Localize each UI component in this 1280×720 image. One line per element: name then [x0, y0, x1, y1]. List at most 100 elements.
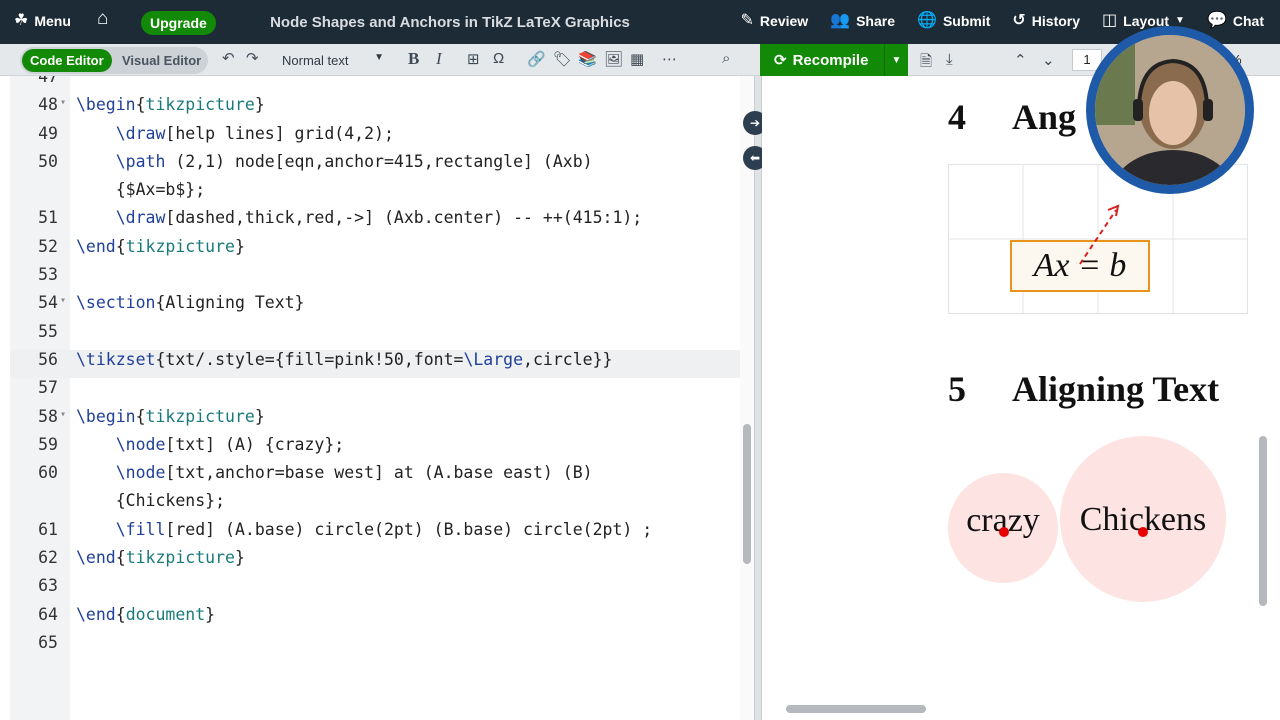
fold-toggle-icon[interactable]: ▾: [60, 295, 66, 306]
code-line[interactable]: 50 \path (2,1) node[eqn,anchor=415,recta…: [10, 152, 742, 180]
history-button[interactable]: ↺ History: [1012, 12, 1080, 30]
line-number: 56: [38, 349, 58, 369]
link-icon[interactable]: 🔗: [527, 50, 546, 68]
search-icon[interactable]: ⌕: [722, 50, 730, 67]
line-number: 51: [38, 208, 58, 228]
tag-icon[interactable]: 🏷: [553, 50, 572, 68]
line-number: 63: [38, 576, 58, 596]
chat-label: Chat: [1232, 13, 1264, 29]
code-line[interactable]: 51 \draw[dashed,thick,red,->] (Axb.cente…: [10, 208, 742, 236]
symbol-button[interactable]: Ω: [493, 50, 504, 67]
history-icon: ↺: [1012, 12, 1026, 29]
line-text: {$Ax=b$};: [76, 180, 206, 200]
visual-editor-tab[interactable]: Visual Editor: [116, 49, 207, 72]
line-text: \draw[dashed,thick,red,->] (Axb.center) …: [115, 208, 643, 228]
users-icon: 👥: [830, 12, 851, 29]
line-number: 47: [38, 76, 58, 86]
line-number: 64: [38, 604, 58, 624]
crazy-base-dot: [999, 527, 1009, 537]
code-line[interactable]: 57: [10, 378, 742, 406]
line-number: 48: [38, 95, 58, 115]
code-line[interactable]: 64 \end{document}: [10, 605, 742, 633]
code-line[interactable]: 53: [10, 265, 742, 293]
fold-toggle-icon[interactable]: ▾: [60, 97, 66, 108]
section-5-number: 5: [948, 369, 966, 409]
pane-divider[interactable]: [754, 76, 762, 720]
italic-button[interactable]: I: [436, 49, 442, 69]
code-editor[interactable]: 47 48 ▾ \begin{tikzpicture} 49 \draw[help li…: [0, 76, 754, 720]
menu-button[interactable]: ☘ Menu: [14, 13, 71, 30]
code-line[interactable]: 59 \node[txt] (A) {crazy};: [10, 435, 742, 463]
line-number: 49: [38, 123, 58, 143]
project-title[interactable]: Node Shapes and Anchors in TikZ LaTeX Gr…: [240, 14, 660, 31]
code-line[interactable]: 55: [10, 322, 742, 350]
code-line[interactable]: 60 \node[txt,anchor=base west] at (A.bas…: [10, 463, 742, 491]
book-icon[interactable]: 📚: [578, 50, 597, 68]
chevron-down-icon[interactable]: ⌄: [1042, 51, 1055, 69]
chevron-down-icon: ▼: [374, 52, 384, 63]
code-editor-tab[interactable]: Code Editor: [22, 49, 112, 72]
top-bar: ☘ Menu ⌂ Upgrade Node Shapes and Anchors…: [0, 0, 1280, 44]
line-number: 50: [38, 151, 58, 171]
code-line[interactable]: 58 ▾ \begin{tikzpicture}: [10, 407, 742, 435]
line-text: \end{tikzpicture}: [76, 236, 245, 256]
section-5-title: Aligning Text: [1012, 369, 1220, 409]
redo-icon[interactable]: ↷: [246, 51, 259, 67]
recompile-options-chevron-icon[interactable]: ▼: [884, 44, 908, 76]
line-number: 60: [38, 463, 58, 483]
pdf-horizontal-scroll-thumb[interactable]: [786, 705, 926, 713]
line-number: 53: [38, 265, 58, 285]
table-icon[interactable]: ▦: [630, 50, 644, 68]
code-line[interactable]: 48 ▾ \begin{tikzpicture}: [10, 95, 742, 123]
line-text: \section{Aligning Text}: [76, 293, 305, 313]
bold-button[interactable]: B: [408, 49, 419, 69]
chevron-up-icon[interactable]: ⌃: [1014, 51, 1027, 69]
code-line[interactable]: 49 \draw[help lines] grid(4,2);: [10, 124, 742, 152]
line-number: 52: [38, 236, 58, 256]
text-style-select[interactable]: Normal text ▼: [272, 50, 390, 70]
more-icon[interactable]: ⋯: [662, 50, 677, 68]
layout-icon: ◫: [1102, 12, 1118, 29]
editor-mode-toggle: Code Editor Visual Editor: [20, 47, 208, 74]
editor-scroll-thumb[interactable]: [743, 424, 751, 564]
chat-icon: 💬: [1206, 12, 1227, 29]
share-button[interactable]: 👥 Share: [830, 12, 896, 30]
line-number: 65: [38, 632, 58, 652]
code-line[interactable]: 56 \tikzset{txt/.style={fill=pink!50,font…: [10, 349, 742, 379]
download-icon[interactable]: ⤓: [946, 51, 953, 68]
fold-toggle-icon[interactable]: ▾: [60, 409, 66, 420]
line-number: 55: [38, 321, 58, 341]
home-button[interactable]: ⌂: [97, 9, 108, 28]
editor-scrollbar[interactable]: [740, 76, 754, 720]
document-icon[interactable]: 🗎: [920, 51, 932, 76]
code-line[interactable]: 52 \end{tikzpicture}: [10, 237, 742, 265]
line-text: \fill[red] (A.base) circle(2pt) (B.base)…: [115, 519, 653, 539]
line-number: 57: [38, 378, 58, 398]
line-text: \end{tikzpicture}: [76, 548, 245, 568]
line-text: \draw[help lines] grid(4,2);: [115, 123, 394, 143]
globe-icon: 🌐: [917, 12, 937, 29]
share-label: Share: [856, 13, 896, 29]
code-line[interactable]: 47: [10, 76, 742, 95]
code-line[interactable]: {$Ax=b$};: [10, 180, 742, 208]
code-line[interactable]: {Chickens};: [10, 491, 742, 519]
code-line[interactable]: 62 \end{tikzpicture}: [10, 548, 742, 576]
pdf-vertical-scroll-thumb[interactable]: [1259, 436, 1267, 606]
code-line[interactable]: 61 \fill[red] (A.base) circle(2pt) (B.ba…: [10, 520, 742, 548]
pdf-vertical-scrollbar[interactable]: [1256, 76, 1270, 696]
code-lines: 47 48 ▾ \begin{tikzpicture} 49 \draw[help li…: [10, 76, 742, 661]
pdf-horizontal-scrollbar[interactable]: [762, 702, 1262, 716]
webcam-overlay: [1086, 26, 1254, 194]
menu-label: Menu: [34, 13, 71, 29]
review-button[interactable]: ✎ Review: [741, 13, 809, 30]
upgrade-button[interactable]: Upgrade: [141, 11, 216, 35]
code-line[interactable]: 65: [10, 633, 742, 661]
image-icon[interactable]: 🖼: [604, 50, 623, 68]
code-line[interactable]: 63: [10, 576, 742, 604]
math-icon[interactable]: ⊞: [467, 50, 480, 68]
recompile-button[interactable]: ⟳ Recompile ▼: [760, 44, 908, 76]
chat-button[interactable]: 💬 Chat: [1206, 12, 1264, 30]
submit-button[interactable]: 🌐 Submit: [917, 12, 990, 30]
code-line[interactable]: 54 ▾ \section{Aligning Text}: [10, 293, 742, 321]
undo-icon[interactable]: ↶: [222, 51, 235, 67]
